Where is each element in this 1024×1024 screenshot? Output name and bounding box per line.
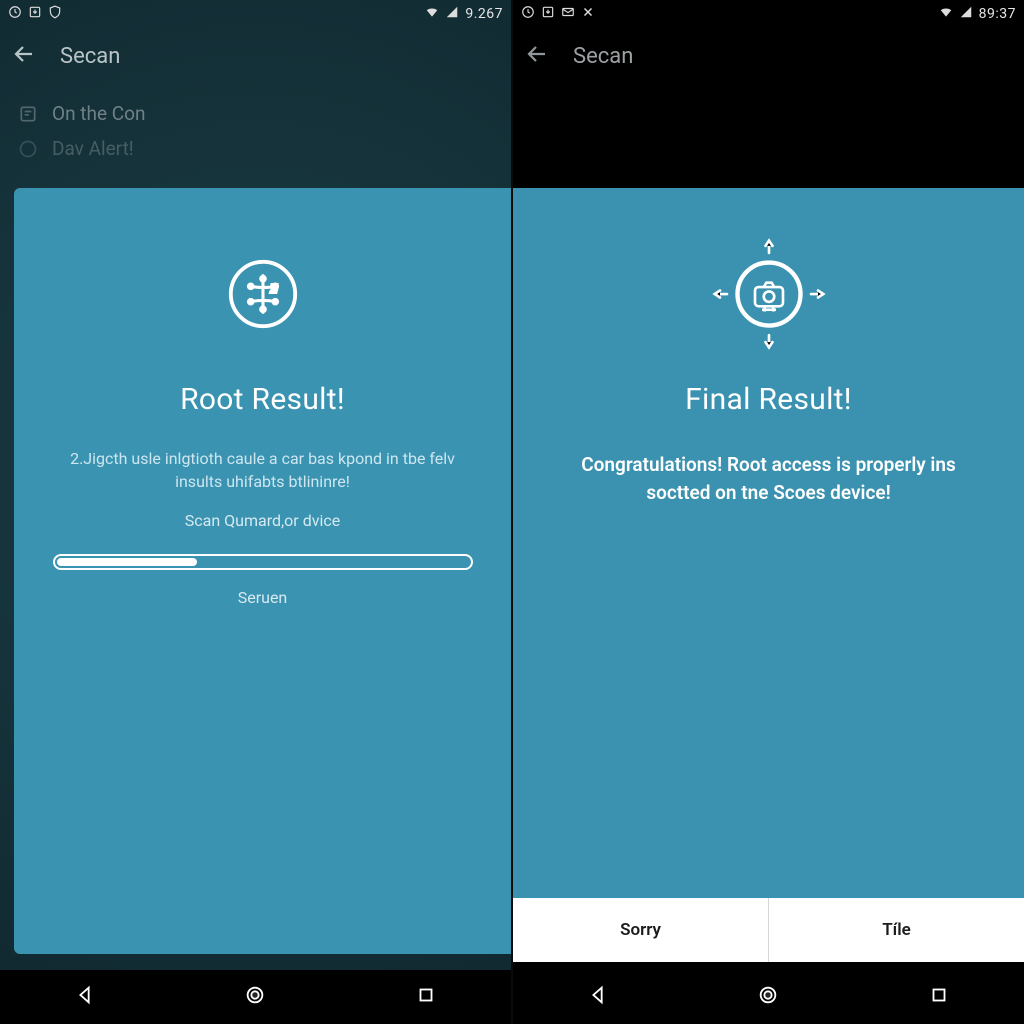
positive-button[interactable]: Tíle [769,898,1024,962]
nav-back-button[interactable] [557,974,639,1020]
nav-bar [513,970,1024,1024]
nav-recent-button[interactable] [898,974,980,1020]
app-bar: Secan [0,28,511,84]
back-icon[interactable] [525,42,549,70]
download-icon [541,5,555,23]
result-subtext: Scan Qumard,or dvice [185,511,340,530]
status-bar: 9.267 [0,0,511,28]
list-item-label: Dav Alert! [52,137,134,160]
list-item[interactable]: Dav Alert! [18,137,493,160]
progress-status: Seruen [238,588,288,607]
dialog-button-bar: Sorry Tíle [513,898,1024,962]
shield-icon [48,5,62,23]
result-description: 2.Jigcth usle inlgtioth caule a car bas … [53,447,473,493]
clock-icon [521,5,535,23]
background-list: On the Con Dav Alert! [0,84,511,172]
nav-back-button[interactable] [44,974,126,1020]
cell-signal-icon [445,5,459,23]
status-bar: 89:37 [513,0,1024,28]
progress-bar [53,554,473,570]
nav-home-button[interactable] [727,974,809,1020]
app-bar-title: Secan [60,44,120,69]
nav-recent-button[interactable] [385,974,467,1020]
back-icon[interactable] [12,42,36,70]
button-label: Sorry [620,920,661,940]
result-heading: Root Result! [180,382,345,417]
status-clock: 89:37 [979,6,1016,22]
negative-button[interactable]: Sorry [513,898,769,962]
result-card: Final Result! Congratulations! Root acce… [513,188,1024,898]
nav-bar [0,970,511,1024]
close-icon [581,5,595,23]
button-label: Tíle [882,920,911,940]
wifi-icon [939,5,953,23]
wifi-icon [425,5,439,23]
list-item-label: On the Con [52,102,145,125]
clock-icon [8,5,22,23]
phone-screen-right: 89:37 Secan [513,0,1024,1024]
list-item[interactable]: On the Con [18,102,493,125]
result-heading: Final Result! [685,382,852,417]
cell-signal-icon [959,5,973,23]
result-card: z Root Result! 2.Jigcth usle inlgtioth c… [14,188,511,954]
progress-fill [57,558,197,566]
result-description: Congratulations! Root access is properly… [559,451,979,506]
app-bar-title: Secan [573,44,633,69]
result-icon: z [203,234,323,354]
app-bar: Secan [513,28,1024,84]
mail-icon [561,5,575,23]
status-clock: 9.267 [465,6,503,22]
result-icon [699,234,839,354]
download-icon [28,5,42,23]
svg-text:z: z [269,277,277,296]
nav-home-button[interactable] [214,974,296,1020]
phone-screen-left: 9.267 Secan On the Con Dav Alert! [0,0,513,1024]
